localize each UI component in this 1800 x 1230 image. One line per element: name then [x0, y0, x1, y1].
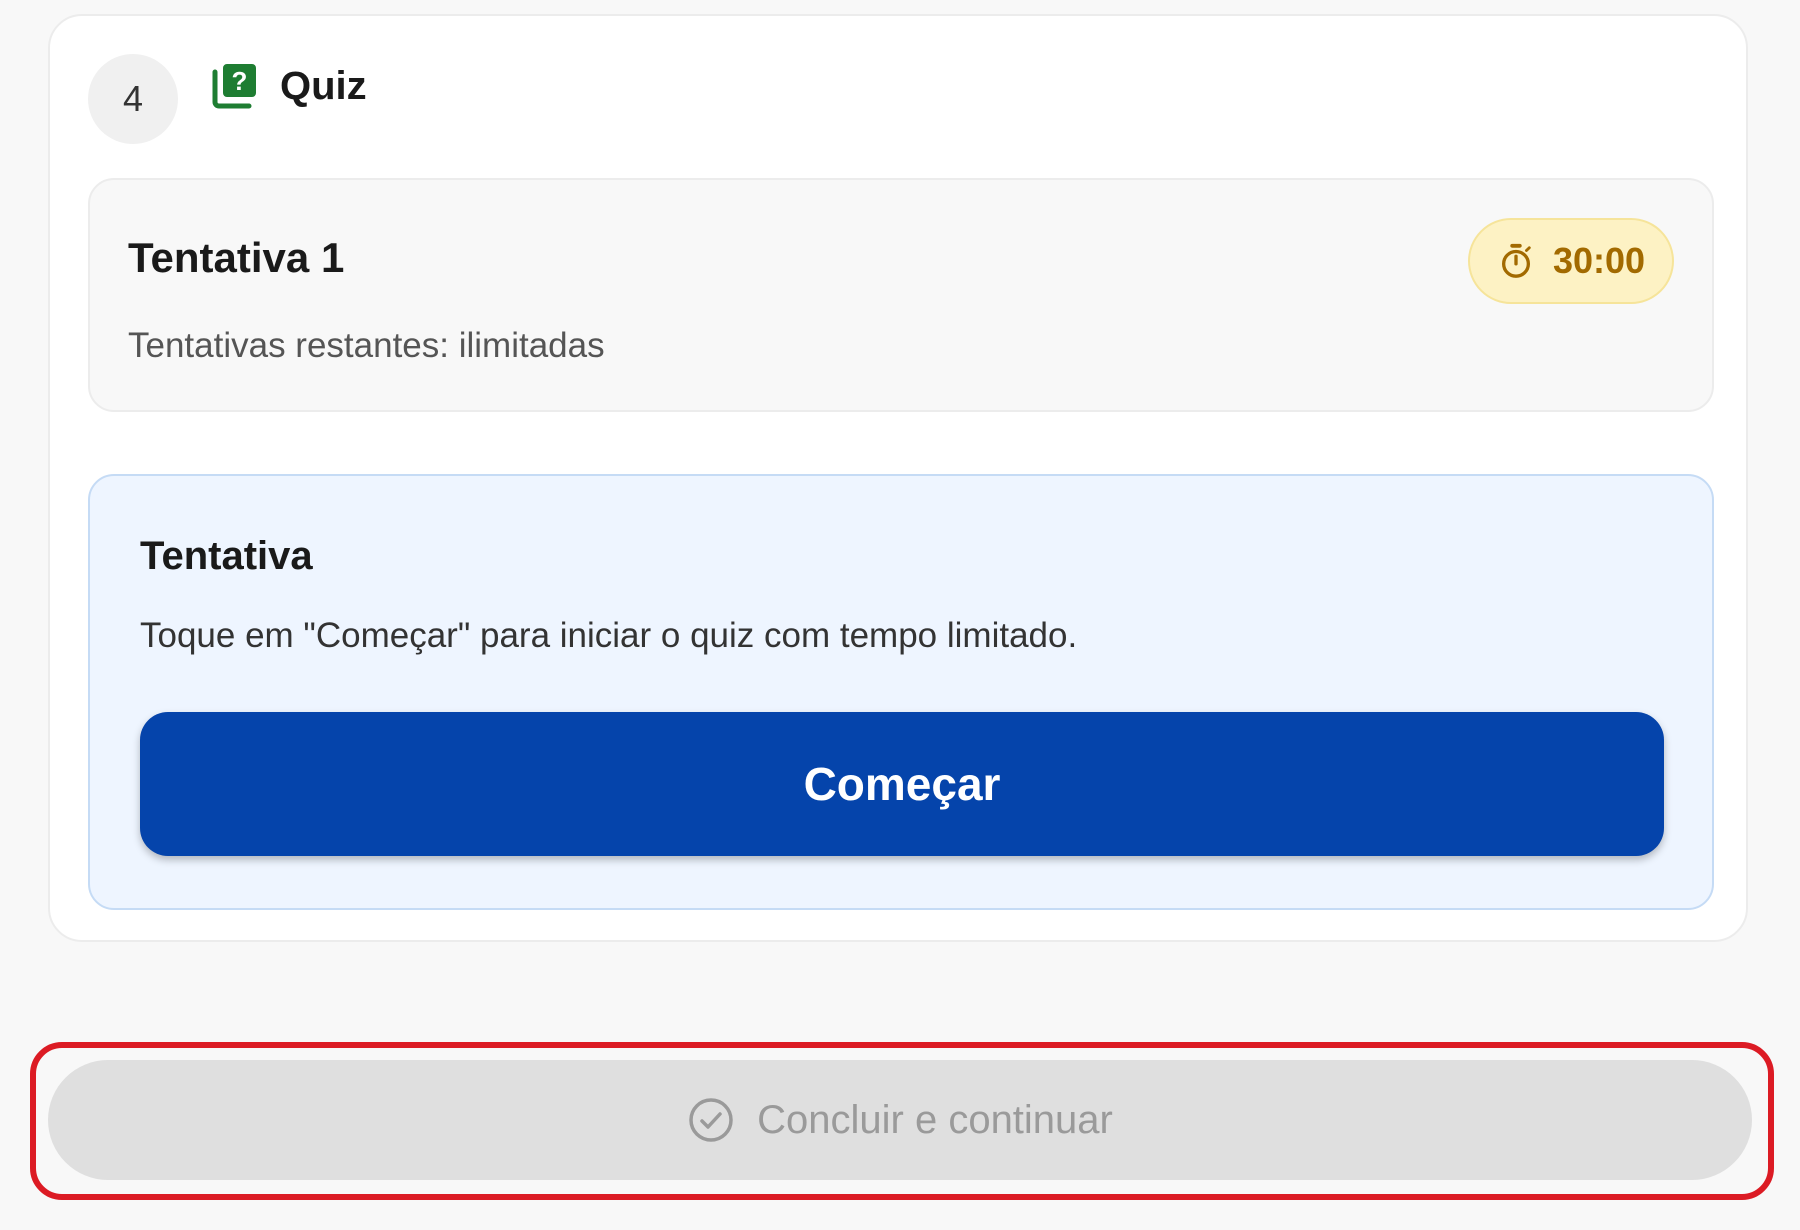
step-number: 4	[122, 78, 144, 119]
step-title: Quiz	[280, 64, 367, 108]
attempt-summary-card: Tentativa 1 Tentativas restantes: ilimit…	[88, 178, 1714, 412]
quiz-step-card: 4 ? Quiz Tentativa 1 Tentativas restante…	[48, 14, 1748, 942]
finish-button-label: Concluir e continuar	[757, 1097, 1113, 1142]
info-description: Toque em "Começar" para iniciar o quiz c…	[140, 616, 1078, 655]
attempts-remaining: Tentativas restantes: ilimitadas	[128, 326, 605, 365]
timer-value: 30:00	[1552, 240, 1646, 281]
quiz-icon: ?	[212, 64, 256, 109]
step-number-badge: 4	[88, 54, 178, 144]
start-button[interactable]: Começar	[140, 712, 1664, 856]
check-circle-icon	[689, 1098, 733, 1142]
stopwatch-icon	[1501, 243, 1531, 278]
attempt-title: Tentativa 1	[128, 234, 345, 281]
svg-text:?: ?	[232, 66, 248, 96]
timer-badge: 30:00	[1468, 218, 1674, 304]
attempt-info-panel: Tentativa Toque em "Começar" para inicia…	[88, 474, 1714, 910]
info-title: Tentativa	[140, 534, 313, 578]
finish-continue-button[interactable]: Concluir e continuar	[48, 1060, 1752, 1180]
start-button-label: Começar	[803, 758, 1001, 810]
